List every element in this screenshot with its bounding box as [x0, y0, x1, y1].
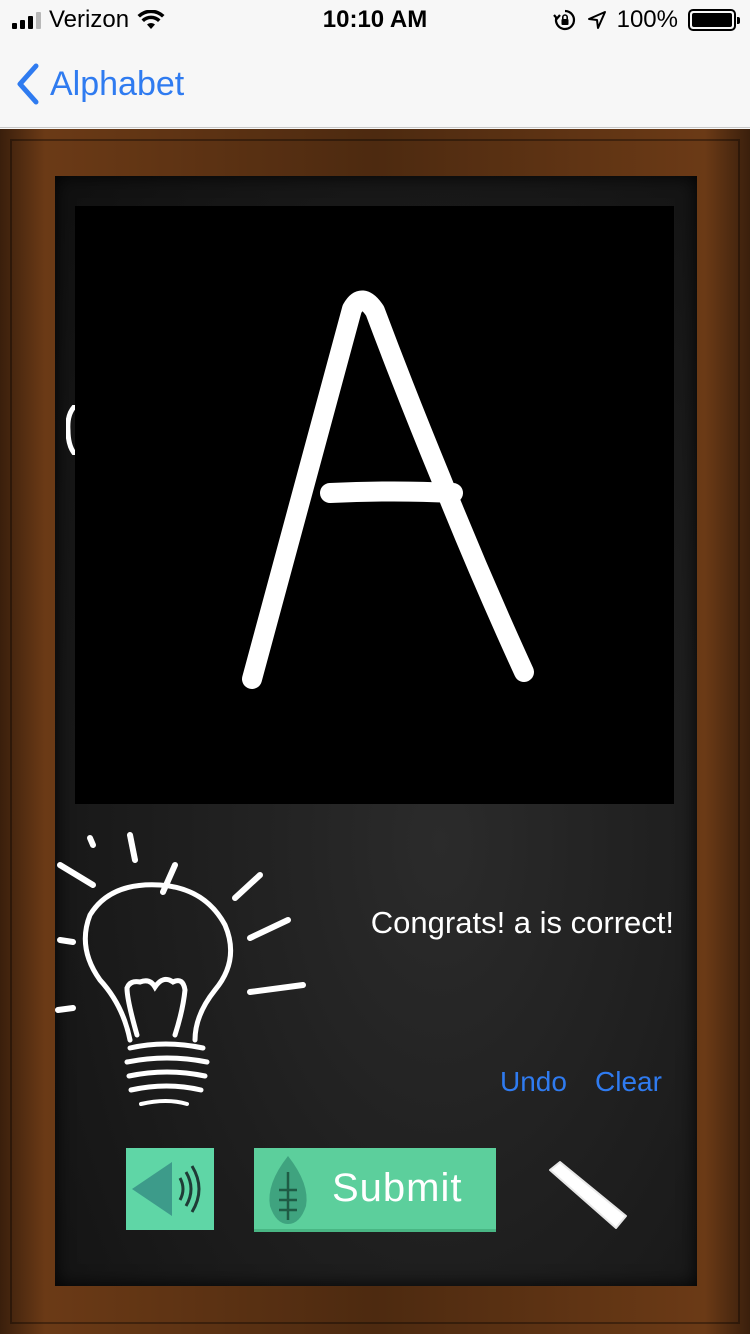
navigation-bar: Alphabet: [0, 40, 750, 128]
chalk-icon[interactable]: [540, 1158, 630, 1232]
submit-button[interactable]: Submit: [254, 1148, 496, 1232]
back-button-label: Alphabet: [50, 64, 185, 103]
status-bar: Verizon 10:10 AM 100%: [0, 0, 750, 40]
back-button[interactable]: Alphabet: [16, 62, 184, 106]
feedback-message: Congrats! a is correct!: [370, 905, 674, 940]
status-right: 100%: [552, 6, 740, 34]
play-sound-button[interactable]: [126, 1148, 214, 1230]
battery-percent: 100%: [616, 6, 678, 33]
undo-button[interactable]: Undo: [500, 1066, 567, 1098]
chevron-left-icon: [17, 63, 39, 105]
orientation-lock-icon: [552, 9, 575, 31]
submit-button-label: Submit: [332, 1166, 463, 1210]
leaf-icon: [269, 1156, 307, 1224]
speaker-icon: [132, 1162, 201, 1216]
lightbulb-icon: [55, 832, 306, 1106]
drawing-canvas[interactable]: [75, 206, 674, 804]
location-icon: [587, 11, 606, 29]
battery-icon: [688, 9, 740, 31]
clear-button[interactable]: Clear: [595, 1066, 662, 1098]
drawn-letter-a: [242, 290, 534, 689]
